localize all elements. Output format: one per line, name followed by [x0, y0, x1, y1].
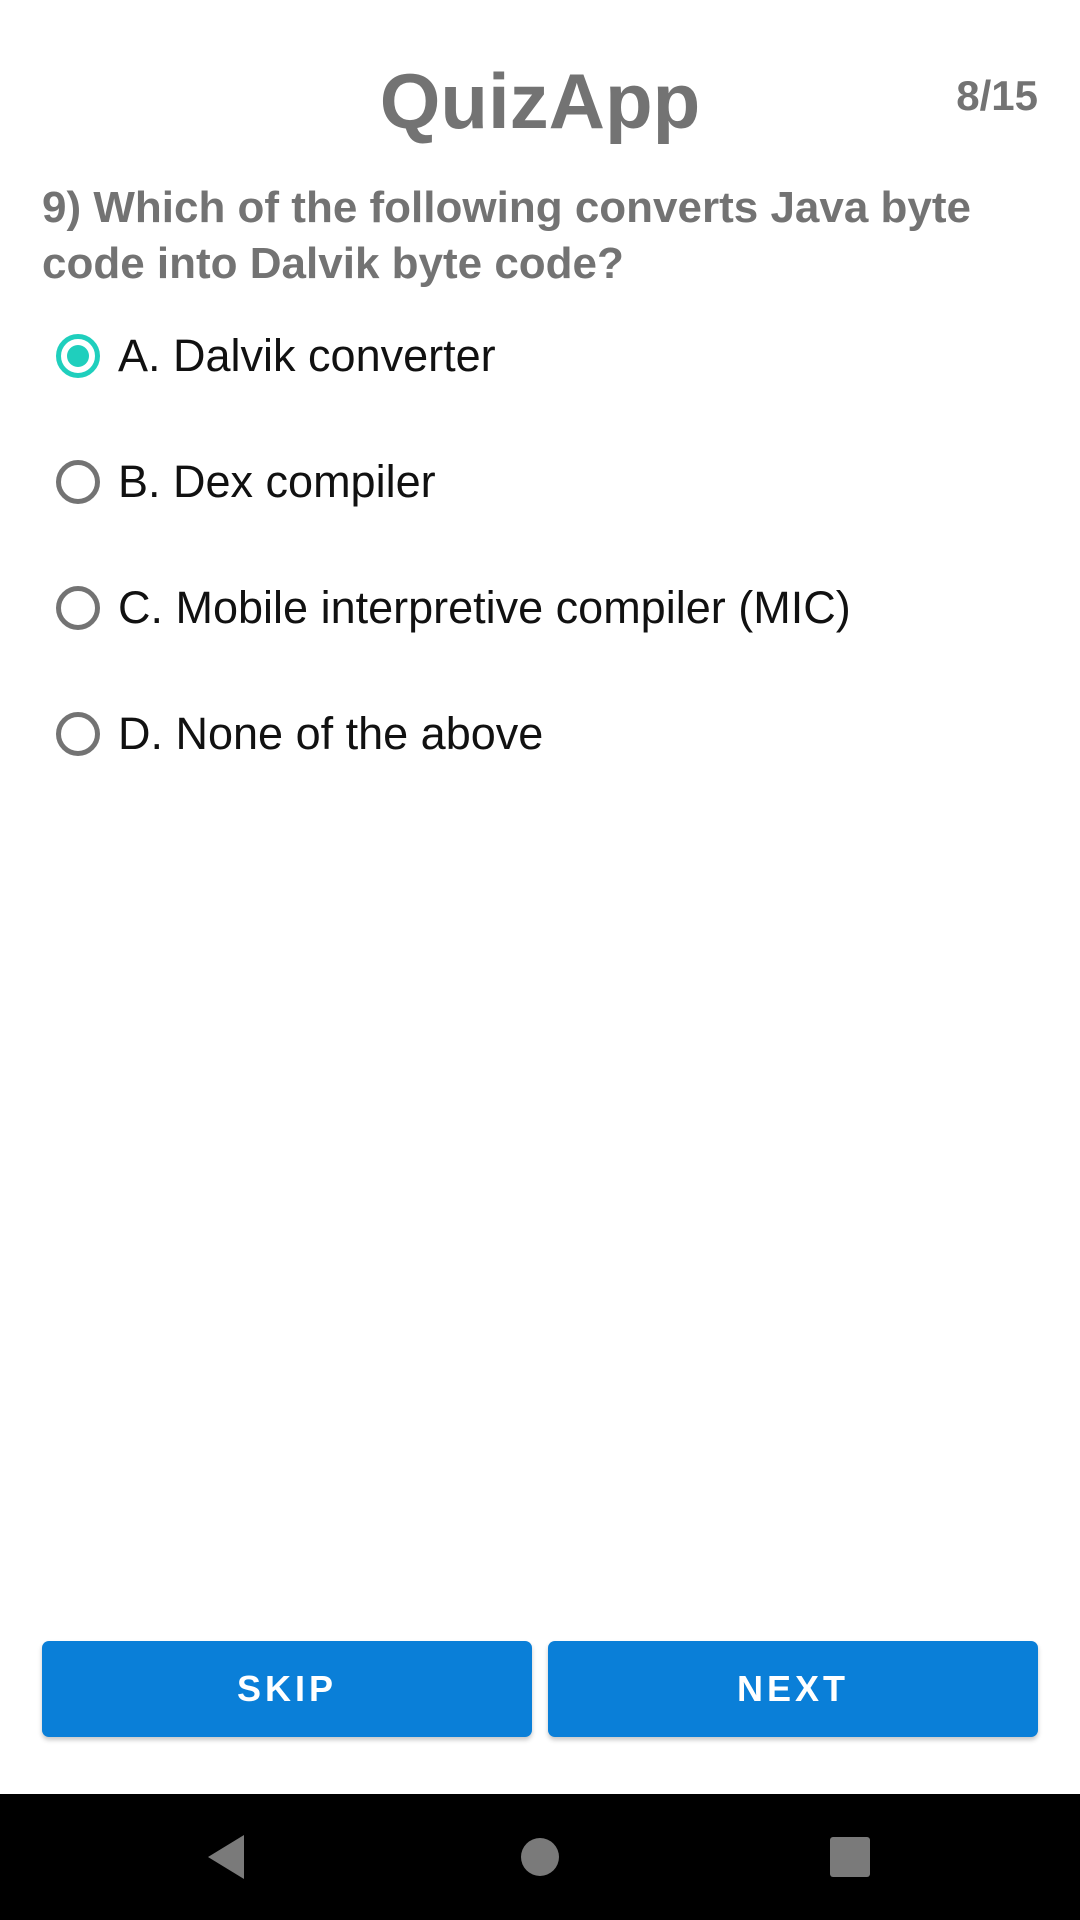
radio-unchecked-icon[interactable]	[56, 712, 100, 756]
back-triangle-icon	[208, 1835, 244, 1879]
radio-unchecked-icon[interactable]	[56, 586, 100, 630]
recents-square-icon	[830, 1837, 870, 1877]
option-b-label[interactable]: B. Dex compiler	[118, 454, 436, 510]
radio-unchecked-icon[interactable]	[56, 460, 100, 504]
home-circle-icon	[521, 1838, 559, 1876]
option-a-label[interactable]: A. Dalvik converter	[118, 328, 496, 384]
option-c[interactable]: C. Mobile interpretive compiler (MIC)	[56, 572, 1036, 644]
question-text: 9) Which of the following converts Java …	[42, 183, 972, 288]
option-d[interactable]: D. None of the above	[56, 698, 1036, 770]
back-button[interactable]	[183, 1814, 269, 1900]
option-a[interactable]: A. Dalvik converter	[56, 320, 1036, 392]
radio-checked-icon[interactable]	[56, 334, 100, 378]
skip-button[interactable]: SKIP	[42, 1641, 532, 1737]
recents-button[interactable]	[807, 1814, 893, 1900]
home-button[interactable]	[497, 1814, 583, 1900]
app-title: QuizApp	[379, 57, 701, 145]
answer-options: A. Dalvik converter B. Dex compiler C. M…	[56, 320, 1036, 824]
option-c-label[interactable]: C. Mobile interpretive compiler (MIC)	[118, 580, 851, 636]
option-d-label[interactable]: D. None of the above	[118, 706, 543, 762]
option-b[interactable]: B. Dex compiler	[56, 446, 1036, 518]
next-button[interactable]: NEXT	[548, 1641, 1038, 1737]
question-progress: 8/15	[956, 72, 1038, 119]
system-nav-bar	[0, 1794, 1080, 1920]
